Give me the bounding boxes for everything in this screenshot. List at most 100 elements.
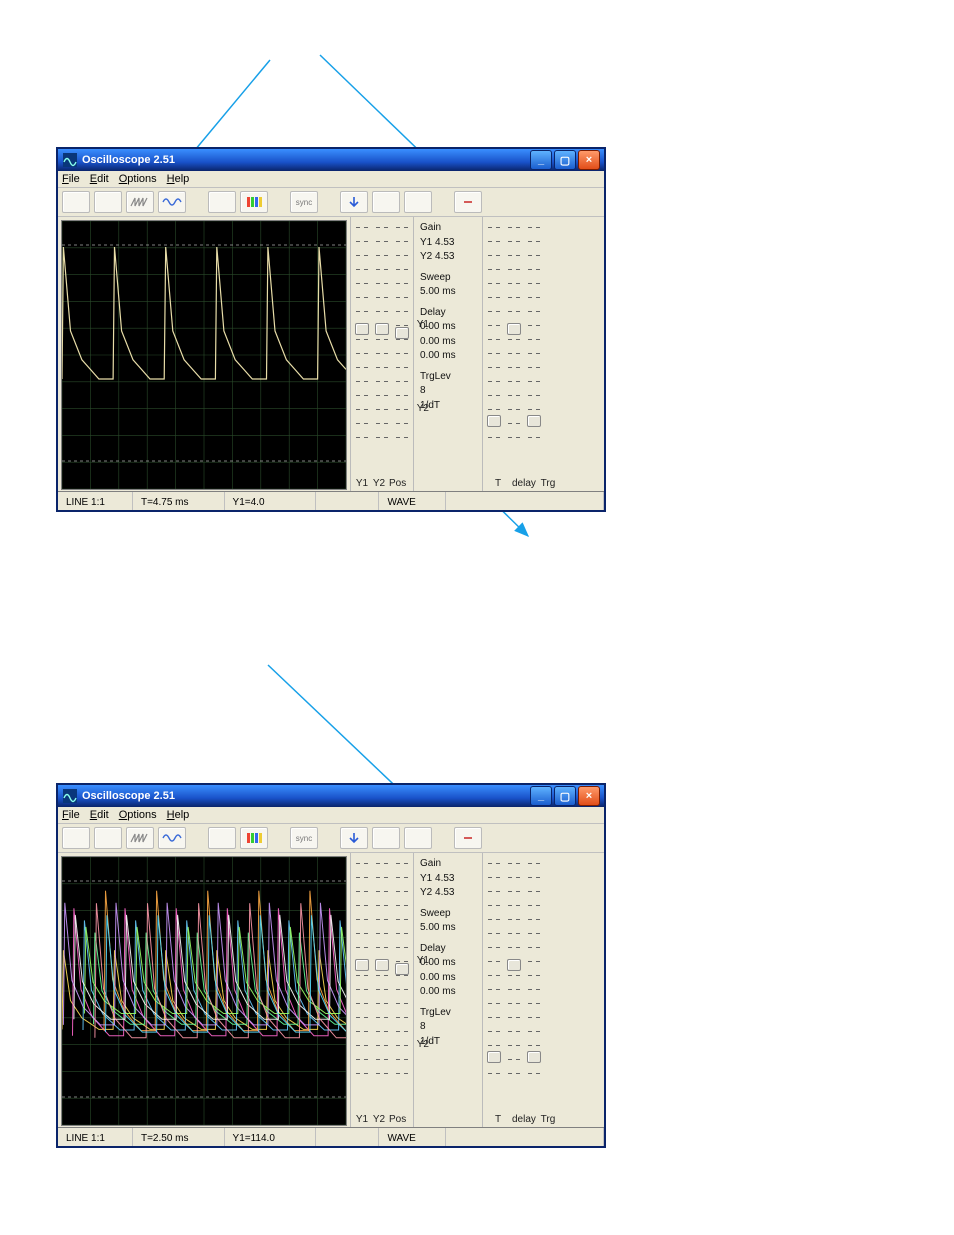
slider-thumb[interactable] [487, 415, 501, 427]
menubar: File Edit Options Help [58, 807, 604, 824]
status-cell-1: T=4.75 ms [133, 492, 225, 510]
menu-options[interactable]: Options [119, 809, 157, 821]
minimize-button[interactable]: _ [530, 786, 552, 806]
menu-edit[interactable]: Edit [90, 809, 109, 821]
tool-sine[interactable] [158, 191, 186, 213]
slider-thumb[interactable] [507, 323, 521, 335]
tool-colorbars[interactable] [240, 827, 268, 849]
svg-text:sync: sync [296, 198, 312, 207]
readout-line: 0.00 ms [420, 971, 478, 986]
readout-panel: GainY1 4.53Y2 4.53Sweep5.00 msDelay0.00 … [413, 217, 482, 491]
toolbar: sync [58, 188, 604, 217]
statusbar: LINE 1:1T=2.50 msY1=114.0WAVE [58, 1127, 604, 1146]
slider-thumb[interactable] [395, 327, 409, 339]
tool-sine[interactable] [158, 827, 186, 849]
slider-label-y1: Y1 [355, 478, 369, 489]
slider-label-pos: Pos [389, 478, 403, 489]
slider-thumb[interactable] [375, 959, 389, 971]
slider-label-delay: delay [512, 478, 534, 489]
tool-1[interactable] [62, 191, 90, 213]
slider-delay[interactable] [507, 857, 521, 1079]
readout-line: 8 [420, 384, 478, 399]
slider-label-delay: delay [512, 1114, 534, 1125]
readout-line: Delay [420, 942, 478, 957]
tool-minus[interactable] [454, 827, 482, 849]
panel-anno-y1: Y1 [417, 955, 429, 966]
minimize-button[interactable]: _ [530, 150, 552, 170]
slider-label-pos: Pos [389, 1114, 403, 1125]
slider-Pos[interactable] [395, 221, 409, 443]
menu-help[interactable]: Help [167, 809, 190, 821]
window-title: Oscilloscope 2.51 [82, 154, 530, 166]
slider-Y1[interactable] [355, 221, 369, 443]
svg-text:sync: sync [296, 834, 312, 843]
slider-Y2[interactable] [375, 857, 389, 1079]
scope-display [61, 856, 347, 1126]
slider-Trg[interactable] [527, 221, 541, 443]
tool-down[interactable] [340, 191, 368, 213]
status-cell-3 [316, 492, 379, 510]
titlebar[interactable]: Oscilloscope 2.51_▢× [58, 149, 604, 171]
app-icon [62, 788, 78, 804]
readout-line: Y2 4.53 [420, 886, 478, 901]
window-title: Oscilloscope 2.51 [82, 790, 530, 802]
slider-T[interactable] [487, 857, 501, 1079]
tool-2[interactable] [94, 191, 122, 213]
slider-Trg[interactable] [527, 857, 541, 1079]
tool-10[interactable] [404, 827, 432, 849]
slider-Y2[interactable] [375, 221, 389, 443]
tool-5[interactable] [208, 827, 236, 849]
slider-thumb[interactable] [355, 323, 369, 335]
tool-sawtooth[interactable] [126, 191, 154, 213]
close-button[interactable]: × [578, 150, 600, 170]
slider-thumb[interactable] [507, 959, 521, 971]
slider-thumb[interactable] [527, 1051, 541, 1063]
readout-line: TrgLev [420, 1006, 478, 1021]
tool-sawtooth[interactable] [126, 827, 154, 849]
tool-5[interactable] [208, 191, 236, 213]
readout-line: 5.00 ms [420, 921, 478, 936]
close-button[interactable]: × [578, 786, 600, 806]
tool-colorbars[interactable] [240, 191, 268, 213]
menu-options[interactable]: Options [119, 173, 157, 185]
titlebar[interactable]: Oscilloscope 2.51_▢× [58, 785, 604, 807]
oscilloscope-window-1: Oscilloscope 2.51_▢× File Edit Options Help s… [57, 784, 605, 1147]
tool-down[interactable] [340, 827, 368, 849]
status-cell-4: WAVE [379, 1128, 446, 1146]
tool-1[interactable] [62, 827, 90, 849]
panel-anno-y2: Y2 [417, 403, 429, 414]
slider-thumb[interactable] [527, 415, 541, 427]
oscilloscope-window-0: Oscilloscope 2.51_▢× File Edit Options Help s… [57, 148, 605, 511]
status-cell-5 [446, 1128, 604, 1146]
status-cell-0: LINE 1:1 [58, 492, 133, 510]
status-cell-1: T=2.50 ms [133, 1128, 225, 1146]
tool-sync[interactable]: sync [290, 191, 318, 213]
menu-file[interactable]: File [62, 173, 80, 185]
slider-delay[interactable] [507, 221, 521, 443]
tool-minus[interactable] [454, 191, 482, 213]
menu-file[interactable]: File [62, 809, 80, 821]
tool-9[interactable] [372, 827, 400, 849]
slider-label-t: T [487, 1114, 509, 1125]
readout-line: Y1 4.53 [420, 872, 478, 887]
maximize-button[interactable]: ▢ [554, 150, 576, 170]
slider-thumb[interactable] [487, 1051, 501, 1063]
slider-Pos[interactable] [395, 857, 409, 1079]
status-cell-2: Y1=4.0 [225, 492, 317, 510]
slider-thumb[interactable] [395, 963, 409, 975]
tool-10[interactable] [404, 191, 432, 213]
slider-T[interactable] [487, 221, 501, 443]
slider-Y1[interactable] [355, 857, 369, 1079]
tool-2[interactable] [94, 827, 122, 849]
menu-help[interactable]: Help [167, 173, 190, 185]
readout-line: Y2 4.53 [420, 250, 478, 265]
tool-9[interactable] [372, 191, 400, 213]
readout-line: 0.00 ms [420, 349, 478, 364]
slider-thumb[interactable] [355, 959, 369, 971]
slider-thumb[interactable] [375, 323, 389, 335]
tool-sync[interactable]: sync [290, 827, 318, 849]
toolbar: sync [58, 824, 604, 853]
menu-edit[interactable]: Edit [90, 173, 109, 185]
maximize-button[interactable]: ▢ [554, 786, 576, 806]
scope-display [61, 220, 347, 490]
